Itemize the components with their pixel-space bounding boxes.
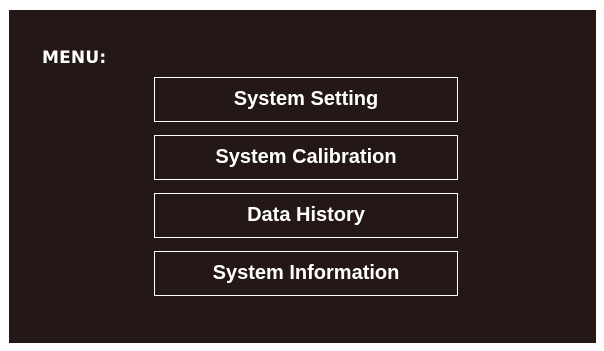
system-information-button[interactable]: System Information [154, 251, 458, 296]
data-history-button[interactable]: Data History [154, 193, 458, 238]
menu-title: MENU: [42, 48, 107, 68]
menu-screen: MENU: System Setting System Calibration … [9, 10, 596, 343]
menu-list: System Setting System Calibration Data H… [154, 77, 458, 309]
system-calibration-button[interactable]: System Calibration [154, 135, 458, 180]
system-setting-button[interactable]: System Setting [154, 77, 458, 122]
